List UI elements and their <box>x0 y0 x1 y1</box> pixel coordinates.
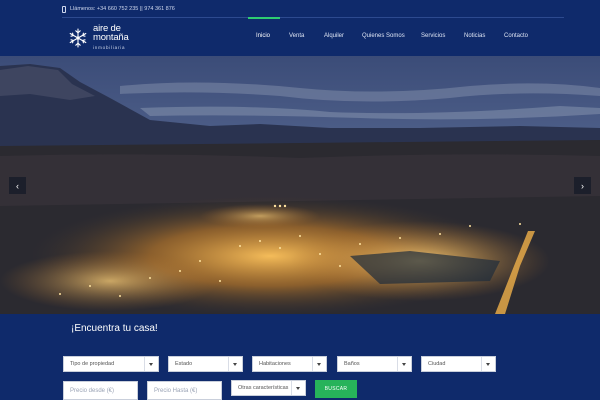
hero-night-town-image <box>0 56 600 314</box>
price-from-input[interactable]: Precio desde (€) <box>63 381 138 400</box>
nav-item-noticias[interactable]: Noticias <box>464 33 485 39</box>
search-button[interactable]: BUSCAR <box>315 380 357 398</box>
header-divider <box>62 17 564 18</box>
phone-contact: Llámenos: +34 660 752 235 || 974 361 876 <box>62 4 175 14</box>
select-divider <box>291 381 292 395</box>
select-label: Tipo de propiedad <box>70 361 115 367</box>
chevron-right-icon: › <box>581 180 584 191</box>
select-label: Otras características <box>238 385 289 391</box>
select-label: Estado <box>175 361 193 367</box>
price-from-placeholder: Precio desde (€) <box>70 387 115 394</box>
slider-prev-button[interactable]: ‹ <box>9 177 26 194</box>
caret-down-icon <box>233 363 237 366</box>
caret-down-icon <box>486 363 490 366</box>
nav-item-inicio[interactable]: Inicio <box>256 33 270 39</box>
caret-down-icon <box>149 363 153 366</box>
logo-line-2: montaña <box>93 32 129 43</box>
select-habitaciones[interactable]: Habitaciones <box>252 356 327 372</box>
caret-down-icon <box>402 363 406 366</box>
nav-item-alquiler[interactable]: Alquiler <box>324 33 344 39</box>
price-to-placeholder: Precio Hasta (€) <box>154 387 198 394</box>
phone-icon <box>62 5 66 13</box>
site-logo[interactable]: aire de montaña inmobiliaria <box>68 24 129 52</box>
select-divider <box>481 357 482 371</box>
nav-item-quienes-somos[interactable]: Quienes Somos <box>362 33 405 39</box>
select-label: Habitaciones <box>259 361 291 367</box>
slider-next-button[interactable]: › <box>574 177 591 194</box>
nav-item-contacto[interactable]: Contacto <box>504 33 528 39</box>
logo-text: aire de montaña inmobiliaria <box>93 24 129 52</box>
select-divider <box>312 357 313 371</box>
select-label: Baños <box>344 361 360 367</box>
select-divider <box>144 357 145 371</box>
price-to-input[interactable]: Precio Hasta (€) <box>147 381 222 400</box>
nav-item-venta[interactable]: Venta <box>289 33 304 39</box>
caret-down-icon <box>296 387 300 390</box>
logo-tagline: inmobiliaria <box>93 45 126 50</box>
select-estado[interactable]: Estado <box>168 356 243 372</box>
select-label: Ciudad <box>428 361 446 367</box>
phone-text: Llámenos: +34 660 752 235 || 974 361 876 <box>70 6 175 12</box>
hero-slider: ‹ › <box>0 56 600 314</box>
chevron-left-icon: ‹ <box>16 180 19 191</box>
nav-item-servicios[interactable]: Servicios <box>421 33 445 39</box>
select-divider <box>228 357 229 371</box>
select-ciudad[interactable]: Ciudad <box>421 356 496 372</box>
search-title: ¡Encuentra tu casa! <box>71 323 158 334</box>
nav-active-indicator <box>248 17 280 19</box>
caret-down-icon <box>317 363 321 366</box>
select-otras-caracteristicas[interactable]: Otras características <box>231 380 306 396</box>
select-banos[interactable]: Baños <box>337 356 412 372</box>
top-header: Llámenos: +34 660 752 235 || 974 361 876… <box>0 0 600 56</box>
select-tipo-propiedad[interactable]: Tipo de propiedad <box>63 356 159 372</box>
select-divider <box>397 357 398 371</box>
snowflake-logo-icon <box>69 28 87 48</box>
